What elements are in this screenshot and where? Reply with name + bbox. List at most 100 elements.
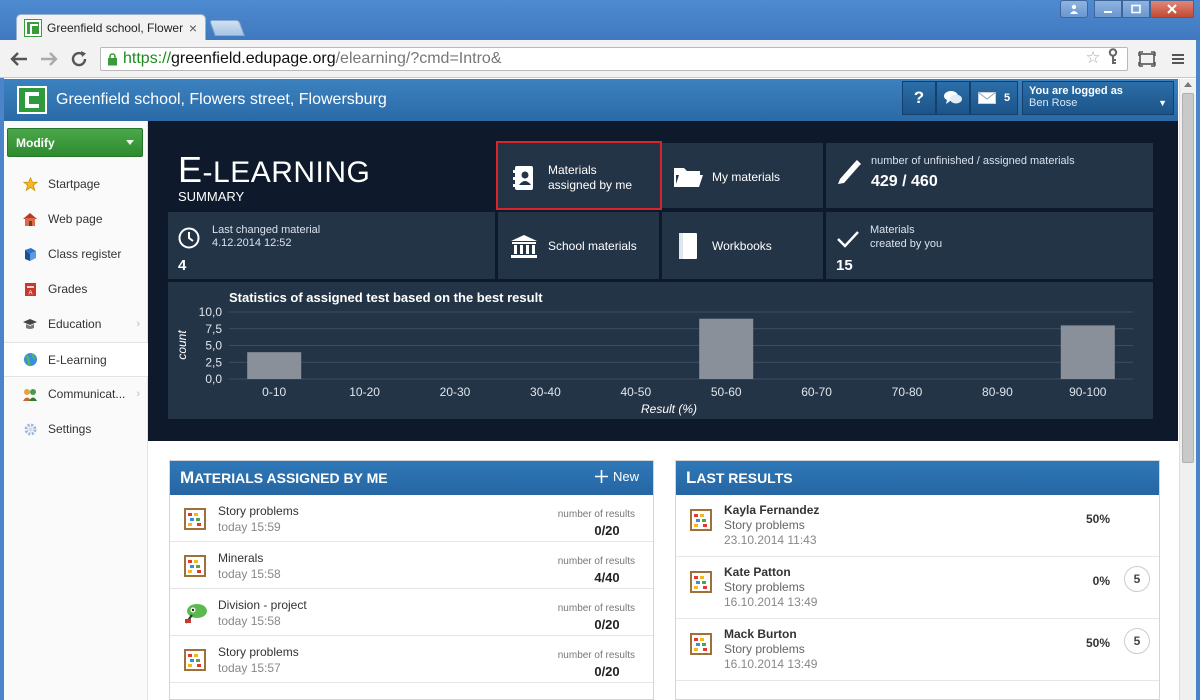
messages-button[interactable]: 5: [970, 81, 1018, 115]
new-tab-button[interactable]: [209, 20, 245, 36]
new-material-button[interactable]: New: [594, 469, 639, 484]
tile-value: 429 / 460: [871, 173, 938, 190]
close-window-button[interactable]: [1150, 0, 1194, 18]
tab-title: Greenfield school, Flowers: [47, 20, 183, 35]
modify-button[interactable]: Modify: [7, 128, 143, 157]
x-tick-label: 90-100: [1069, 385, 1107, 399]
material-row[interactable]: Story problems today 15:59 number of resul…: [170, 495, 653, 542]
x-tick-label: 40-50: [620, 385, 651, 399]
y-tick-label: 2,5: [205, 355, 222, 369]
plus-icon: [594, 470, 608, 483]
result-date: 16.10.2014 13:49: [724, 657, 818, 671]
logged-as-label: You are logged as: [1029, 85, 1123, 97]
sidebar-item-class-register[interactable]: Class register: [4, 237, 148, 272]
bookmark-star-icon[interactable]: ☆: [1083, 48, 1103, 68]
chat-button[interactable]: [936, 81, 970, 115]
key-icon[interactable]: [1106, 48, 1126, 68]
sidebar-item-communication[interactable]: Communicat... ›: [4, 377, 148, 412]
help-button[interactable]: ?: [902, 81, 936, 115]
sidebar-item-web-page[interactable]: Web page: [4, 202, 148, 237]
material-name: Division - project: [218, 598, 307, 612]
x-tick-label: 80-90: [982, 385, 1013, 399]
caret-down-icon: ▼: [1158, 98, 1167, 108]
grade-badge[interactable]: 5: [1124, 628, 1150, 654]
result-subject: Story problems: [724, 580, 805, 594]
edupage-logo-icon[interactable]: [17, 86, 47, 114]
building-columns-icon: [511, 235, 537, 258]
address-bar[interactable]: https://greenfield.edupage.org/elearning…: [100, 47, 1128, 71]
scrollbar-thumb[interactable]: [1182, 93, 1194, 463]
communication-icon: [22, 386, 38, 402]
y-tick-label: 0,0: [205, 372, 222, 386]
user-account-menu[interactable]: You are logged as Ben Rose ▼: [1022, 81, 1174, 115]
student-name: Mack Burton: [724, 627, 797, 641]
results-count-value: 0/20: [594, 617, 620, 632]
sidebar-item-label: Grades: [48, 282, 88, 296]
result-percent: 0%: [1092, 574, 1110, 588]
maximize-button[interactable]: [1122, 0, 1150, 18]
dropdown-arrow-icon: [126, 140, 134, 145]
tile-label: School materials: [548, 239, 637, 253]
sidebar-item-label: E-Learning: [48, 352, 107, 367]
sidebar-item-settings[interactable]: Settings: [4, 412, 148, 447]
sidebar-item-e-learning[interactable]: E-Learning: [4, 342, 148, 377]
materials-list: Story problems today 15:59 number of resul…: [170, 495, 653, 683]
menu-icon[interactable]: [1166, 48, 1190, 70]
sidebar-item-label: Education: [48, 317, 102, 331]
result-date: 23.10.2014 11:43: [724, 533, 817, 547]
new-label: New: [612, 469, 639, 484]
bar: [1060, 325, 1115, 379]
tile-unfinished-materials[interactable]: number of unfinished / assigned material…: [826, 143, 1153, 208]
sidebar: Modify Startpage Web page Class register…: [4, 121, 148, 700]
y-tick-label: 7,5: [205, 322, 222, 336]
student-name: Kate Patton: [724, 565, 791, 579]
school-name[interactable]: Greenfield school, Flowers street, Flowe…: [56, 91, 387, 109]
svg-text:A: A: [28, 290, 32, 296]
minimize-button[interactable]: [1094, 0, 1122, 18]
result-date: 16.10.2014 13:49: [724, 595, 818, 609]
result-row[interactable]: Kayla Fernandez Story problems 23.10.2014 …: [676, 495, 1159, 557]
scroll-up-arrow-icon[interactable]: [1184, 82, 1192, 87]
fullscreen-icon[interactable]: [1135, 48, 1159, 70]
back-arrow-icon[interactable]: [8, 48, 30, 70]
material-name: Story problems: [218, 504, 299, 518]
material-row[interactable]: Minerals today 15:58 number of results 4/40: [170, 542, 653, 589]
tile-school-materials[interactable]: School materials: [498, 212, 659, 279]
house-icon: [22, 211, 38, 227]
material-row[interactable]: Story problems today 15:57 number of resul…: [170, 636, 653, 683]
workbook-icon: [679, 233, 697, 259]
bar: [247, 352, 302, 379]
tile-date: 4.12.2014 12:52: [212, 237, 292, 249]
window-controls: [1060, 0, 1194, 18]
user-profile-icon[interactable]: [1060, 0, 1088, 18]
sidebar-item-label: Web page: [48, 212, 103, 226]
reload-icon[interactable]: [68, 48, 90, 70]
tile-label: My materials: [712, 170, 781, 184]
grade-badge[interactable]: 5: [1124, 566, 1150, 592]
result-row[interactable]: Mack Burton Story problems 16.10.2014 13:4…: [676, 619, 1159, 681]
sidebar-item-label: Class register: [48, 247, 122, 261]
forward-arrow-icon[interactable]: [38, 48, 60, 70]
tile-materials-created-by-you[interactable]: Materials created by you 15: [826, 212, 1153, 279]
tile-materials-assigned-by-me[interactable]: Materials assigned by me: [496, 141, 662, 210]
material-row[interactable]: Division - project today 15:58 number of r…: [170, 589, 653, 636]
tile-label-line2: created by you: [870, 238, 943, 250]
tile-last-changed-material[interactable]: Last changed material 4.12.2014 12:52 4: [168, 212, 495, 279]
abacus-icon: [690, 509, 712, 531]
results-count-value: 0/20: [594, 664, 620, 679]
x-tick-label: 20-30: [440, 385, 471, 399]
x-axis-label: Result (%): [641, 402, 697, 416]
results-count-label: number of results: [557, 603, 635, 614]
result-row[interactable]: Kate Patton Story problems 16.10.2014 13:4…: [676, 557, 1159, 619]
sidebar-item-startpage[interactable]: Startpage: [4, 167, 148, 202]
tab-close-icon[interactable]: ×: [189, 20, 197, 36]
star-icon: [22, 176, 38, 192]
tile-workbooks[interactable]: Workbooks: [662, 212, 823, 279]
tile-my-materials[interactable]: My materials: [662, 143, 823, 208]
page-scrollbar[interactable]: [1179, 79, 1196, 700]
tile-label-line2: assigned by me: [548, 178, 633, 192]
browser-tab[interactable]: Greenfield school, Flowers ×: [16, 14, 206, 40]
sidebar-item-grades[interactable]: A Grades: [4, 272, 148, 307]
sidebar-item-education[interactable]: Education ›: [4, 307, 148, 342]
edupage-favicon-icon: [24, 18, 42, 37]
